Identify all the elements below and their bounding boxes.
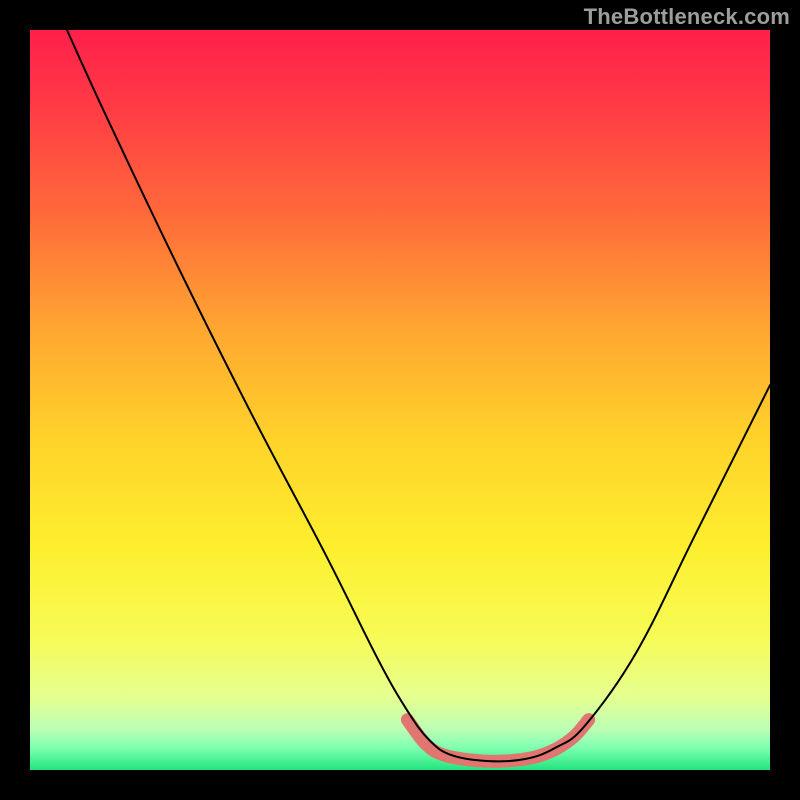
outer-frame: TheBottleneck.com (0, 0, 800, 800)
watermark-text: TheBottleneck.com (584, 4, 790, 30)
chart-svg (30, 30, 770, 770)
gradient-background (30, 30, 770, 770)
plot-area (30, 30, 770, 770)
